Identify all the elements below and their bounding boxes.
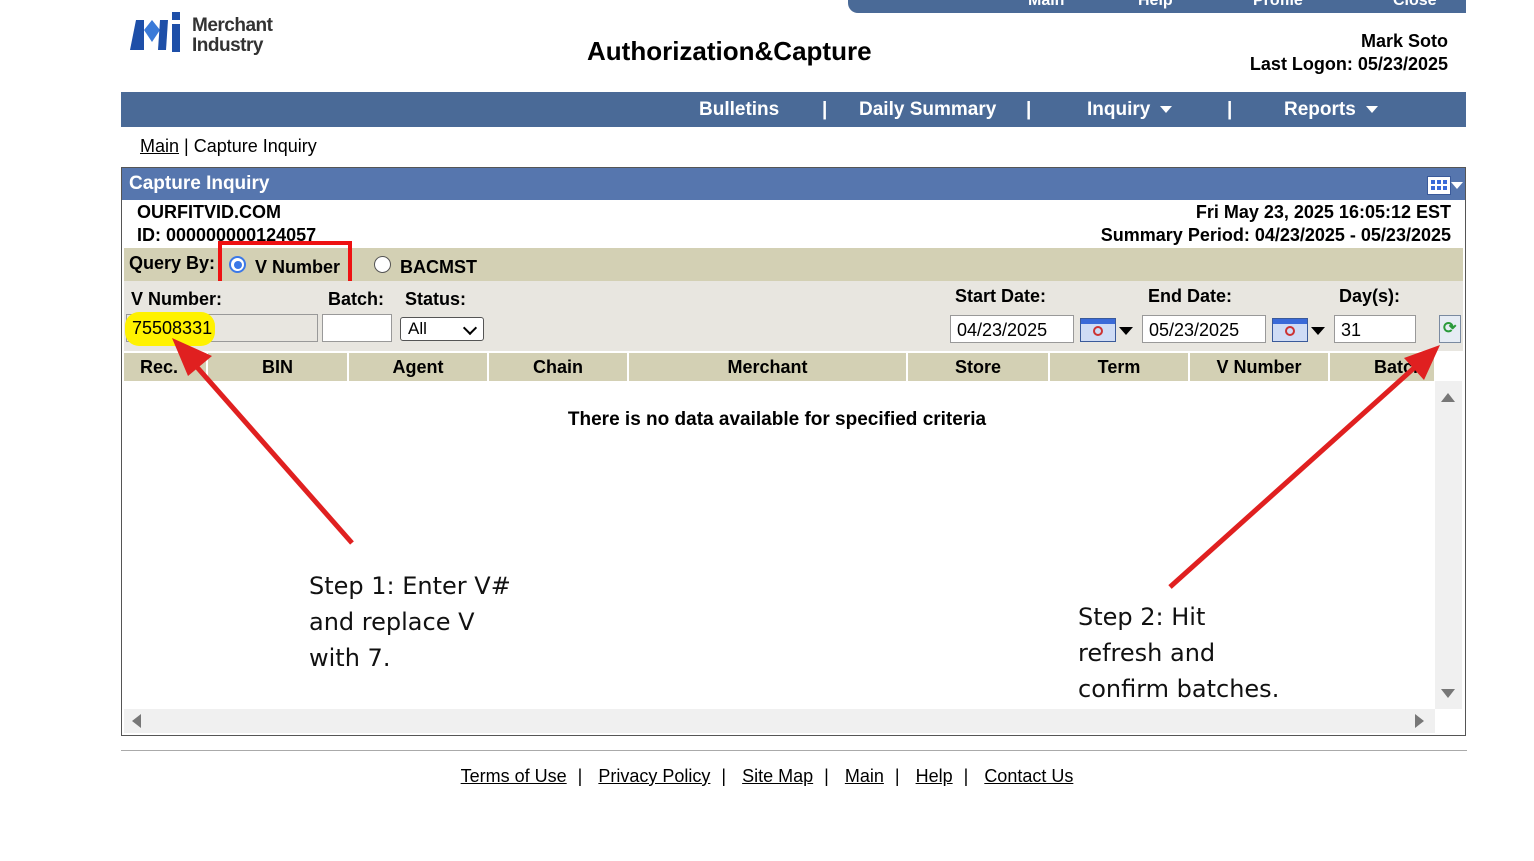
batch-label: Batch:: [328, 289, 385, 309]
col-rec[interactable]: Rec.: [124, 353, 208, 381]
footer-sep: |: [577, 766, 583, 786]
breadcrumb: Main | Capture Inquiry: [140, 136, 317, 157]
step1-note: Step 1: Enter V# and replace V with 7.: [309, 568, 511, 676]
logo-line2: Industry: [192, 35, 263, 56]
step2-line3: confirm batches.: [1078, 675, 1280, 703]
footer-privacy-link[interactable]: Privacy Policy: [598, 766, 710, 786]
days-input[interactable]: 31: [1334, 315, 1416, 343]
top-nav-profile[interactable]: Profile: [1253, 0, 1303, 10]
refresh-button[interactable]: ⟳: [1439, 315, 1461, 343]
last-logon: Last Logon: 05/23/2025: [1249, 54, 1448, 74]
col-bin[interactable]: BIN: [208, 353, 349, 381]
col-batch[interactable]: Batch: [1330, 353, 1434, 381]
col-merchant[interactable]: Merchant: [629, 353, 908, 381]
footer-sep: |: [894, 766, 900, 786]
breadcrumb-sep: |: [184, 136, 189, 156]
menu-sep: |: [822, 99, 828, 120]
horizontal-scrollbar[interactable]: [124, 709, 1435, 733]
top-nav-main[interactable]: Main: [1028, 0, 1064, 10]
menu-inquiry-label: Inquiry: [1087, 99, 1151, 120]
footer-help-link[interactable]: Help: [916, 766, 953, 786]
panel-title: Capture Inquiry: [129, 173, 270, 194]
step1-line1: Step 1: Enter V#: [309, 572, 511, 600]
col-chain[interactable]: Chain: [489, 353, 629, 381]
footer-sitemap-link[interactable]: Site Map: [742, 766, 813, 786]
footer-main-link[interactable]: Main: [845, 766, 884, 786]
scroll-down-icon[interactable]: [1441, 689, 1455, 698]
empty-message: There is no data available for specified…: [567, 409, 987, 430]
step2-note: Step 2: Hit refresh and confirm batches.: [1078, 599, 1279, 707]
logo-mark-icon: [130, 12, 180, 52]
chevron-down-icon: [1160, 106, 1173, 114]
status-selected-value: All: [408, 319, 427, 338]
breadcrumb-current: Capture Inquiry: [193, 136, 317, 156]
step1-line2: and replace V: [309, 608, 475, 636]
status-select[interactable]: All: [400, 317, 484, 341]
start-date-label: Start Date:: [955, 286, 1047, 306]
col-store[interactable]: Store: [908, 353, 1050, 381]
user-info: Mark Soto Last Logon: 05/23/2025: [1250, 30, 1448, 76]
page-title: Authorization&Capture: [587, 36, 872, 66]
logo: Merchant Industry: [128, 8, 288, 58]
grid-menu-icon[interactable]: [1427, 176, 1451, 195]
scroll-left-icon[interactable]: [132, 714, 141, 728]
menu-reports-label: Reports: [1284, 99, 1356, 120]
chevron-down-icon: [1365, 106, 1378, 114]
menu-bulletins[interactable]: Bulletins: [699, 99, 779, 121]
start-date-input[interactable]: 04/23/2025: [950, 315, 1074, 343]
menu-reports[interactable]: Reports: [1284, 99, 1378, 121]
footer-sep: |: [824, 766, 829, 786]
top-nav-help[interactable]: Help: [1138, 0, 1173, 10]
breadcrumb-main-link[interactable]: Main: [140, 136, 179, 156]
end-date-input[interactable]: 05/23/2025: [1142, 315, 1266, 343]
date-info: Fri May 23, 2025 16:05:12 EST Summary Pe…: [1101, 201, 1451, 247]
calendar-icon[interactable]: [1272, 318, 1308, 342]
v-number-value: 75508331: [132, 318, 213, 338]
footer-terms-link[interactable]: Terms of Use: [461, 766, 567, 786]
query-by-label: Query By:: [129, 253, 216, 273]
step2-line2: refresh and: [1078, 639, 1216, 667]
chevron-down-icon: [462, 320, 478, 336]
menu-sep: |: [1026, 99, 1032, 120]
top-nav: Main Help Profile Close: [848, 0, 1466, 13]
calendar-icon[interactable]: [1080, 318, 1116, 342]
summary-period: Summary Period: 04/23/2025 - 05/23/2025: [1100, 225, 1451, 245]
batch-input[interactable]: [322, 314, 392, 342]
v-number-label: V Number:: [131, 289, 223, 309]
merchant-name: OURFITVID.COM: [137, 202, 281, 222]
chevron-down-icon[interactable]: [1311, 327, 1325, 335]
scroll-up-icon[interactable]: [1441, 393, 1455, 402]
panel-header: Capture Inquiry: [122, 168, 1465, 200]
user-name: Mark Soto: [1360, 31, 1448, 51]
scroll-right-icon[interactable]: [1415, 714, 1424, 728]
table-header: Rec. BIN Agent Chain Merchant Store Term…: [124, 353, 1434, 381]
chevron-down-icon[interactable]: [1451, 182, 1463, 189]
vertical-scrollbar[interactable]: [1435, 381, 1462, 709]
footer-sep: |: [963, 766, 969, 786]
bacmst-radio[interactable]: [374, 256, 391, 273]
menu-inquiry[interactable]: Inquiry: [1087, 99, 1173, 121]
col-agent[interactable]: Agent: [349, 353, 489, 381]
status-label: Status:: [405, 289, 467, 309]
chevron-down-icon[interactable]: [1119, 327, 1133, 335]
top-nav-close[interactable]: Close: [1393, 0, 1437, 10]
end-date-label: End Date:: [1148, 286, 1233, 306]
footer-sep: |: [721, 766, 727, 786]
col-term[interactable]: Term: [1050, 353, 1190, 381]
logo-line1: Merchant: [192, 15, 273, 36]
menu-sep: |: [1227, 99, 1233, 120]
footer-contact-link[interactable]: Contact Us: [984, 766, 1073, 786]
footer-divider: [121, 750, 1467, 751]
refresh-icon: ⟳: [1443, 320, 1457, 337]
menu-daily-summary[interactable]: Daily Summary: [859, 99, 996, 121]
filter-row: V Number: Batch: Status: Start Date: End…: [124, 281, 1463, 351]
bacmst-option-label[interactable]: BACMST: [400, 257, 477, 278]
col-v-number[interactable]: V Number: [1190, 353, 1330, 381]
step2-line1: Step 2: Hit: [1078, 603, 1206, 631]
days-label: Day(s):: [1339, 286, 1401, 306]
footer-links: Terms of Use | Privacy Policy | Site Map | …: [0, 766, 1534, 787]
main-menu: Bulletins | Daily Summary | Inquiry | Re…: [121, 92, 1466, 127]
step1-line3: with 7.: [309, 644, 391, 672]
current-datetime: Fri May 23, 2025 16:05:12 EST: [1195, 202, 1451, 222]
